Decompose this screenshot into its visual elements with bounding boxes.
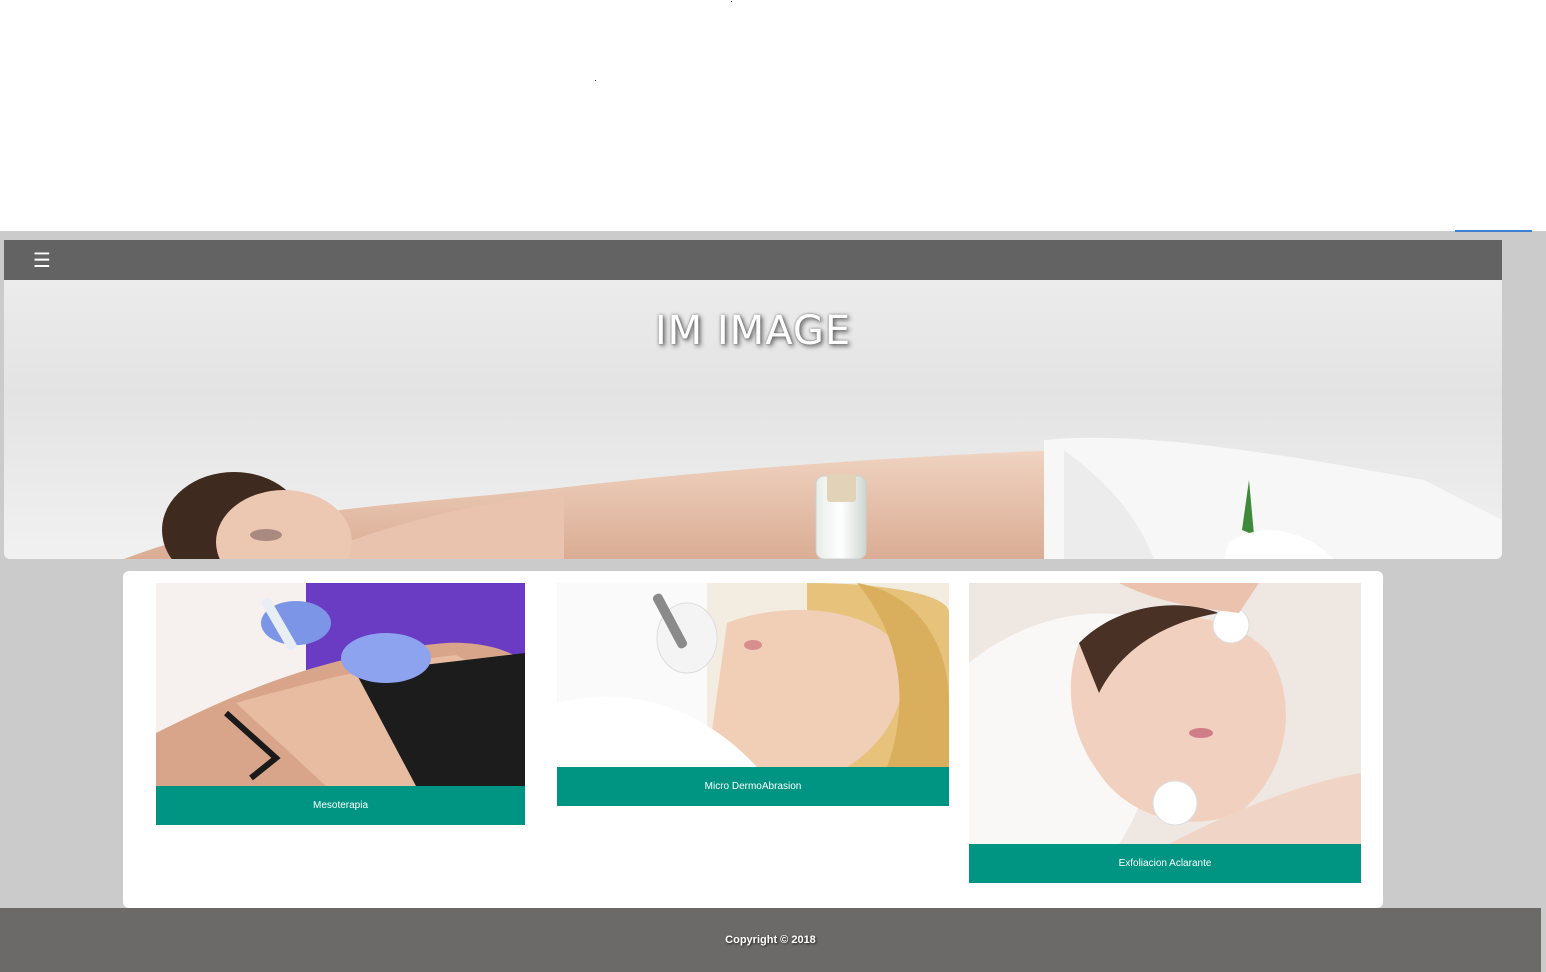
microdermabrasion-treatment-photo [557,583,949,767]
top-blank-area [0,0,1546,231]
service-card-mesoterapia[interactable]: Mesoterapia [156,583,525,825]
facial-exfoliation-photo [969,583,1361,844]
navbar: ☰ [4,240,1502,280]
service-caption[interactable]: Exfoliacion Aclarante [969,844,1361,883]
mesotherapy-treatment-photo [156,583,525,786]
footer: Copyright © 2018 [0,908,1541,972]
hero-title: IM IMAGE [654,308,852,354]
copyright-text: Copyright © 2018 [725,934,816,946]
service-caption[interactable]: Mesoterapia [156,786,525,825]
hero-banner: IM IMAGE [4,280,1502,559]
stray-dot [731,1,732,2]
service-card-microdermoabrasion[interactable]: Micro DermoAbrasion [557,583,949,806]
hamburger-icon[interactable]: ☰ [30,247,54,273]
service-card-exfoliacion[interactable]: Exfoliacion Aclarante [969,583,1361,883]
services-panel: Mesoterapia Micro DermoAbrasion Exfoliac… [123,571,1383,908]
stray-dot [595,80,596,81]
service-caption[interactable]: Micro DermoAbrasion [557,767,949,806]
scroll-indicator [1455,230,1532,232]
